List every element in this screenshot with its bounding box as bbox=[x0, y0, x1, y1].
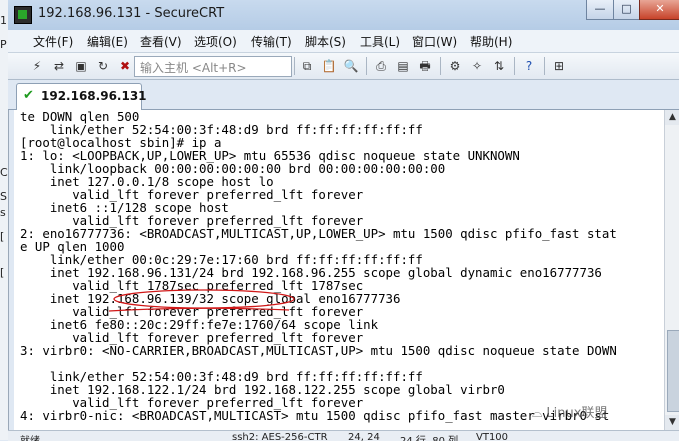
terminal-line: 3: virbr0: <NO-CARRIER,BROADCAST,MULTICA… bbox=[20, 343, 617, 358]
paste-icon[interactable]: 📋 bbox=[320, 57, 338, 75]
print-icon[interactable]: ⎙ bbox=[372, 57, 390, 75]
toolbar-separator bbox=[514, 57, 515, 75]
menu-script[interactable]: 脚本(S) bbox=[305, 33, 346, 50]
window-title: 192.168.96.131 - SecureCRT bbox=[38, 6, 225, 21]
enter-host-input[interactable]: 输入主机 <Alt+R> bbox=[134, 56, 292, 77]
securecrt-app-icon[interactable] bbox=[14, 6, 32, 24]
session-tab-bar: ✔ 192.168.96.131 bbox=[8, 80, 679, 110]
find-icon[interactable]: 🔍 bbox=[342, 57, 360, 75]
menu-file[interactable]: 文件(F) bbox=[33, 33, 73, 50]
toolbar-separator bbox=[544, 57, 545, 75]
watermark-text: Linux联盟 bbox=[546, 406, 608, 421]
printer-icon[interactable]: 🖶 bbox=[416, 57, 434, 75]
session-options-icon[interactable]: ⚙ bbox=[446, 57, 464, 75]
toolbar-separator bbox=[366, 57, 367, 75]
edge-char: P bbox=[0, 38, 7, 51]
menu-transfer[interactable]: 传输(T) bbox=[251, 33, 292, 50]
title-bar[interactable]: 192.168.96.131 - SecureCRT — □ ✕ bbox=[8, 0, 679, 31]
toolbar: ⚡ ⇄ ▣ ↻ ✖ 输入主机 <Alt+R> ⧉ 📋 🔍 ⎙ ▤ 🖶 ⚙ ✧ ⇅… bbox=[8, 53, 679, 80]
session-tab[interactable]: ✔ 192.168.96.131 bbox=[16, 83, 147, 110]
edge-char: C bbox=[0, 166, 8, 179]
menu-tools[interactable]: 工具(L) bbox=[360, 33, 400, 50]
menu-bar: 文件(F) 编辑(E) 查看(V) 选项(O) 传输(T) 脚本(S) 工具(L… bbox=[8, 30, 679, 53]
menu-view[interactable]: 查看(V) bbox=[140, 33, 182, 50]
menu-help[interactable]: 帮助(H) bbox=[470, 33, 512, 50]
disconnect-icon[interactable]: ✖ bbox=[116, 57, 134, 75]
connect-in-tab-icon[interactable]: ▣ bbox=[72, 57, 90, 75]
toolbar-separator bbox=[440, 57, 441, 75]
edge-char: [ bbox=[0, 230, 5, 243]
close-button[interactable]: ✕ bbox=[639, 0, 679, 20]
edge-char: 1 bbox=[0, 14, 7, 27]
scroll-thumb[interactable] bbox=[667, 330, 679, 412]
menu-window[interactable]: 窗口(W) bbox=[412, 33, 457, 50]
toolbar-separator bbox=[294, 57, 295, 75]
minimize-button[interactable]: — bbox=[586, 0, 614, 20]
terminal-line: 4: virbr0-nic: <BROADCAST,MULTICAST> mtu… bbox=[20, 408, 610, 423]
menu-options[interactable]: 选项(O) bbox=[194, 33, 237, 50]
status-bar: 就绪 ssh2: AES-256-CTR 24, 24 24 行, 80 列 V… bbox=[8, 430, 679, 441]
edge-char: [ bbox=[0, 266, 5, 279]
terminal-output[interactable]: te DOWN qlen 500 link/ether 52:54:00:3f:… bbox=[14, 110, 664, 430]
sftp-icon[interactable]: ⇅ bbox=[490, 57, 508, 75]
menu-edit[interactable]: 编辑(E) bbox=[87, 33, 128, 50]
reconnect-icon[interactable]: ↻ bbox=[94, 57, 112, 75]
scroll-down-arrow-icon[interactable]: ▼ bbox=[665, 415, 679, 430]
keymap-icon[interactable]: ⊞ bbox=[550, 57, 568, 75]
global-options-icon[interactable]: ✧ bbox=[468, 57, 486, 75]
edge-char: s bbox=[0, 206, 6, 219]
connected-check-icon: ✔ bbox=[23, 88, 34, 103]
edge-char: S bbox=[0, 190, 7, 203]
session-tab-label: 192.168.96.131 bbox=[41, 89, 147, 103]
watermark: ⌓ Linux联盟 bbox=[532, 406, 608, 421]
connect-icon[interactable]: ⚡ bbox=[28, 57, 46, 75]
maximize-button[interactable]: □ bbox=[613, 0, 640, 20]
copy-icon[interactable]: ⧉ bbox=[298, 57, 316, 75]
scroll-up-arrow-icon[interactable]: ▲ bbox=[665, 110, 679, 125]
quick-connect-icon[interactable]: ⇄ bbox=[50, 57, 68, 75]
help-icon[interactable]: ? bbox=[520, 57, 538, 75]
print-selection-icon[interactable]: ▤ bbox=[394, 57, 412, 75]
enter-host-placeholder: 输入主机 <Alt+R> bbox=[140, 61, 247, 75]
vertical-scrollbar[interactable]: ▲ ▼ bbox=[664, 110, 679, 430]
